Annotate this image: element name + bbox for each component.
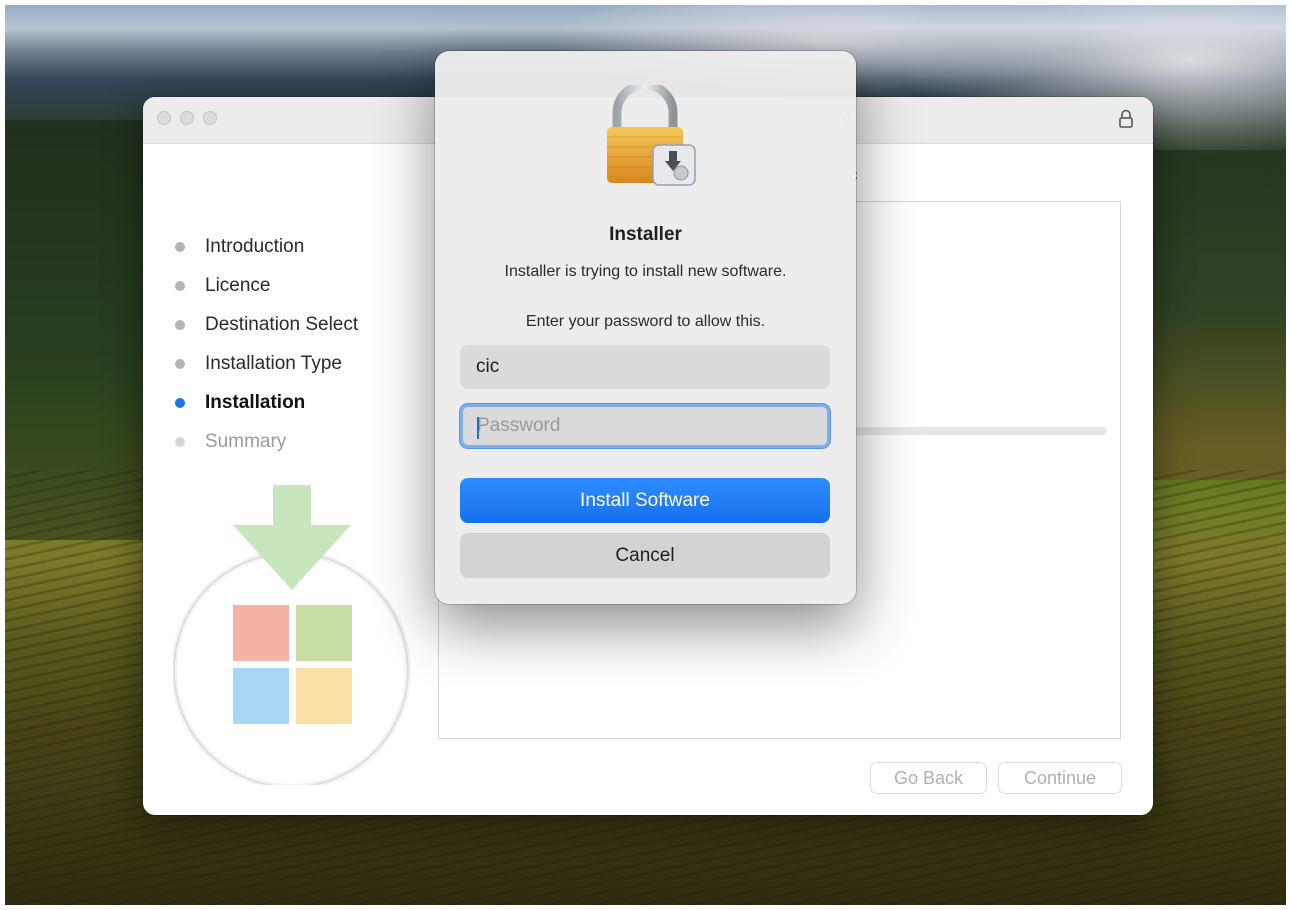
step-label: Installation Type — [205, 353, 342, 374]
continue-button[interactable]: Continue — [998, 762, 1122, 794]
step-dot — [175, 281, 185, 291]
install-software-button[interactable]: Install Software — [460, 478, 830, 523]
dialog-message: Installer is trying to install new softw… — [504, 263, 787, 280]
step-licence: Licence — [173, 274, 358, 313]
padlock-installer-icon — [603, 80, 699, 189]
step-label: Destination Select — [205, 314, 359, 335]
step-destination-select: Destination Select — [173, 313, 358, 352]
step-introduction: Introduction — [173, 235, 358, 274]
step-installation-type: Installation Type — [173, 352, 358, 391]
dialog-title: Installer — [609, 224, 682, 245]
password-field[interactable] — [460, 404, 830, 448]
cancel-button[interactable]: Cancel — [460, 533, 830, 578]
step-dot — [175, 242, 185, 252]
step-dot — [175, 320, 185, 330]
package-download-icon — [171, 485, 413, 790]
zoom-window-button[interactable] — [203, 111, 217, 125]
step-label: Licence — [205, 275, 271, 296]
step-summary: Summary — [173, 430, 358, 469]
close-window-button[interactable] — [157, 111, 171, 125]
step-label: Installation — [205, 392, 306, 413]
username-field[interactable] — [460, 345, 830, 389]
authentication-dialog: Installer Installer is trying to install… — [435, 51, 856, 604]
dialog-prompt: Enter your password to allow this. — [525, 313, 766, 330]
forest-right — [1150, 150, 1291, 480]
step-installation: Installation — [173, 391, 358, 430]
step-dot-active — [175, 398, 185, 408]
text-cursor — [477, 417, 479, 439]
step-label: Summary — [205, 431, 287, 452]
step-dot — [175, 359, 185, 369]
minimize-window-button[interactable] — [180, 111, 194, 125]
lock-icon[interactable] — [1117, 108, 1135, 130]
step-label: Introduction — [205, 236, 305, 257]
installation-progress-bar — [839, 427, 1107, 435]
go-back-button[interactable]: Go Back — [870, 762, 987, 794]
installation-steps: Introduction Licence Destination Select … — [173, 235, 358, 469]
step-dot — [175, 437, 185, 447]
